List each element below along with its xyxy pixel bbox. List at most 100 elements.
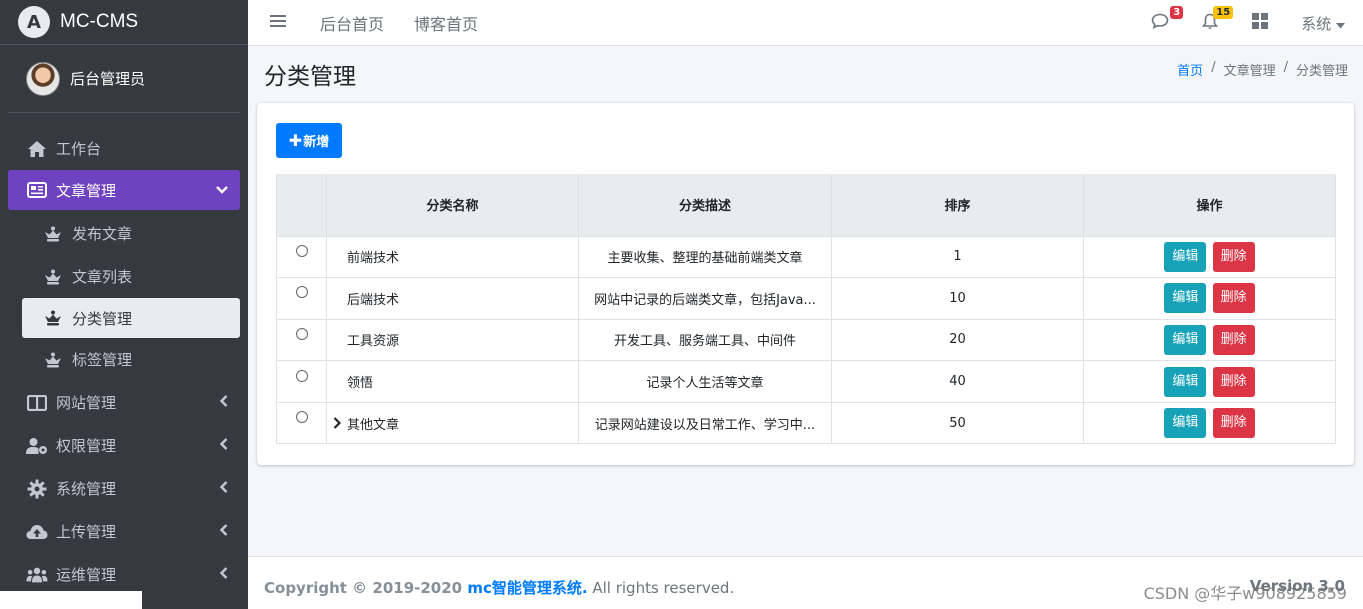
table-row[interactable]: 前端技术 主要收集、整理的基础前端类文章 1 编辑 删除 — [276, 235, 1336, 279]
sidebar-subitem-categories[interactable]: 分类管理 — [22, 298, 240, 338]
hamburger-icon[interactable] — [270, 12, 290, 33]
sidebar-subitem-label: 标签管理 — [72, 351, 133, 369]
row-radio[interactable] — [295, 244, 308, 257]
sidebar-item-articles[interactable]: 文章管理 — [8, 170, 240, 210]
breadcrumb-home[interactable]: 首页 — [1177, 60, 1203, 79]
row-radio[interactable] — [295, 369, 308, 382]
notifications-button[interactable]: 15 — [1199, 6, 1234, 34]
brand[interactable]: A MC-CMS — [0, 0, 248, 45]
sidebar-item-permissions[interactable]: 权限管理 — [0, 424, 248, 467]
add-category-button[interactable]: ✚ 新增 — [276, 123, 342, 158]
table-header-row: 分类名称 分类描述 排序 操作 — [276, 174, 1336, 237]
sidebar-subitem-publish[interactable]: 发布文章 — [0, 212, 248, 255]
table-row[interactable]: 其他文章 记录网站建设以及日常工作、学习中... 50 编辑 删除 — [276, 401, 1336, 445]
cell-actions: 编辑 删除 — [1083, 360, 1336, 403]
delete-button[interactable]: 删除 — [1212, 408, 1255, 439]
sidebar-subitem-article-list[interactable]: 文章列表 — [0, 255, 248, 298]
edit-button[interactable]: 编辑 — [1164, 324, 1207, 355]
cloud-upload-icon — [26, 521, 48, 543]
header-description[interactable]: 分类描述 — [578, 174, 832, 237]
navbar-right: 3 15 系统 — [1121, 0, 1345, 46]
row-select[interactable] — [276, 360, 327, 403]
chevron-left-icon — [219, 566, 228, 583]
edit-button[interactable]: 编辑 — [1164, 408, 1207, 439]
delete-button[interactable]: 删除 — [1212, 324, 1255, 355]
apps-button[interactable] — [1249, 12, 1271, 34]
category-card: ✚ 新增 分类名称 分类描述 排序 操作 前端技术 主要收集、整理的基础前端类文… — [257, 103, 1354, 465]
messages-button[interactable]: 3 — [1149, 6, 1184, 34]
sidebar-item-label: 权限管理 — [56, 437, 117, 455]
sidebar-item-label: 系统管理 — [56, 480, 117, 498]
plus-icon: ✚ — [288, 131, 303, 150]
row-select[interactable] — [276, 401, 327, 445]
grid-icon — [1252, 13, 1269, 33]
notifications-badge: 15 — [1213, 6, 1234, 19]
chevron-left-icon — [219, 437, 228, 454]
breadcrumb-separator: / — [1283, 60, 1288, 75]
sidebar-item-label: 工作台 — [56, 140, 102, 158]
edit-button[interactable]: 编辑 — [1164, 283, 1207, 314]
edit-button[interactable]: 编辑 — [1164, 366, 1207, 397]
home-icon — [26, 138, 48, 160]
footer-brand-link[interactable]: mc智能管理系统. — [467, 579, 587, 597]
delete-button[interactable]: 删除 — [1212, 283, 1255, 314]
table-row[interactable]: 领悟 记录个人生活等文章 40 编辑 删除 — [276, 360, 1336, 403]
cell-description: 开发工具、服务端工具、中间件 — [578, 318, 832, 362]
columns-icon — [26, 392, 48, 414]
breadcrumb-separator: / — [1211, 60, 1216, 75]
sidebar-item-label: 运维管理 — [56, 566, 117, 584]
delete-button[interactable]: 删除 — [1212, 241, 1255, 272]
header-name[interactable]: 分类名称 — [326, 174, 579, 237]
row-radio[interactable] — [295, 327, 308, 340]
sidebar-subitem-label: 分类管理 — [72, 309, 133, 328]
user-cog-icon — [26, 435, 48, 457]
sidebar-item-upload[interactable]: 上传管理 — [0, 510, 248, 553]
row-radio[interactable] — [295, 286, 308, 299]
chess-queen-icon — [42, 310, 64, 326]
sidebar-item-system[interactable]: 系统管理 — [0, 467, 248, 510]
delete-button[interactable]: 删除 — [1212, 366, 1255, 397]
nav-link-blog-home[interactable]: 博客首页 — [414, 11, 478, 35]
sidebar-item-ops[interactable]: 运维管理 — [0, 553, 248, 596]
page-title: 分类管理 — [264, 64, 356, 90]
sidebar-item-label: 网站管理 — [56, 394, 117, 412]
user-panel[interactable]: 后台管理员 — [8, 45, 240, 113]
system-dropdown[interactable]: 系统 — [1301, 13, 1345, 34]
chevron-left-icon — [219, 523, 228, 540]
row-select[interactable] — [276, 277, 327, 320]
cell-name: 工具资源 — [326, 318, 579, 362]
gear-icon — [26, 478, 48, 500]
chess-queen-icon — [42, 352, 64, 368]
header-select — [276, 174, 327, 237]
nav-link-admin-home[interactable]: 后台首页 — [320, 11, 384, 35]
brand-name: MC-CMS — [60, 11, 139, 32]
avatar — [26, 61, 60, 96]
cell-description: 记录个人生活等文章 — [578, 360, 832, 403]
copyright-prefix: Copyright © 2019-2020 — [264, 579, 468, 597]
sidebar-subitem-tags[interactable]: 标签管理 — [0, 338, 248, 381]
edit-button[interactable]: 编辑 — [1164, 241, 1207, 272]
cell-actions: 编辑 删除 — [1083, 277, 1336, 320]
sidebar-item-website[interactable]: 网站管理 — [0, 381, 248, 424]
cell-name: 其他文章 — [326, 401, 579, 445]
category-table: 分类名称 分类描述 排序 操作 前端技术 主要收集、整理的基础前端类文章 1 编… — [276, 174, 1336, 445]
header-order[interactable]: 排序 — [831, 174, 1084, 237]
cell-actions: 编辑 删除 — [1083, 401, 1336, 445]
chevron-right-icon[interactable] — [333, 416, 342, 433]
cell-actions: 编辑 删除 — [1083, 235, 1336, 279]
row-radio[interactable] — [295, 411, 308, 424]
table-row[interactable]: 后端技术 网站中记录的后端类文章，包括Java... 10 编辑 删除 — [276, 277, 1336, 320]
cell-order: 50 — [831, 401, 1084, 445]
user-name: 后台管理员 — [70, 70, 146, 88]
cell-name: 后端技术 — [326, 277, 579, 320]
brand-logo: A — [18, 6, 50, 38]
row-select[interactable] — [276, 318, 327, 362]
table-row[interactable]: 工具资源 开发工具、服务端工具、中间件 20 编辑 删除 — [276, 318, 1336, 362]
cell-name: 前端技术 — [326, 235, 579, 279]
copyright: Copyright © 2019-2020 mc智能管理系统. All righ… — [264, 577, 734, 598]
users-icon — [26, 564, 48, 586]
sidebar-item-workbench[interactable]: 工作台 — [0, 127, 248, 170]
cell-description: 记录网站建设以及日常工作、学习中... — [578, 401, 832, 445]
comments-icon — [1151, 13, 1169, 33]
row-select[interactable] — [276, 235, 327, 279]
